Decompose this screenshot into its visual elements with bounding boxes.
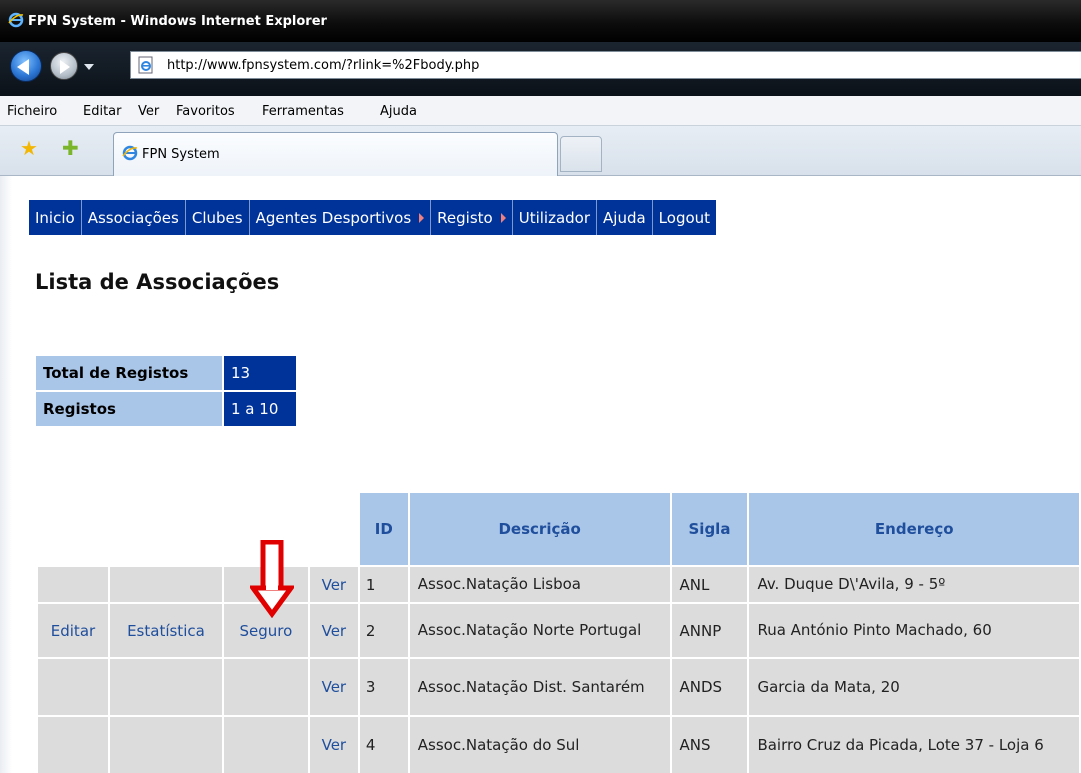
nav-agentes-label: Agentes Desportivos — [255, 208, 412, 227]
row-endereco: Rua António Pinto Machado, 60 — [749, 604, 1079, 657]
window-title: FPN System - Windows Internet Explorer — [28, 14, 327, 29]
header-blank — [309, 493, 358, 565]
row-descricao: Assoc.Natação Dist. Santarém — [409, 659, 670, 715]
row-descricao: Assoc.Natação Norte Portugal — [409, 604, 670, 657]
nav-ajuda[interactable]: Ajuda — [597, 200, 653, 235]
menu-editar[interactable]: Editar — [83, 104, 122, 119]
add-favorite-icon[interactable]: ✚ — [62, 138, 79, 158]
row-id: 3 — [359, 659, 408, 715]
address-url: http://www.fpnsystem.com/?rlink=%2Fbody.… — [167, 58, 480, 73]
forward-button[interactable] — [50, 52, 78, 80]
row-descricao: Assoc.Natação do Sul — [409, 717, 670, 773]
menu-ver[interactable]: Ver — [138, 104, 159, 119]
nav-inicio[interactable]: Inicio — [29, 200, 82, 235]
editar-link[interactable] — [38, 717, 108, 773]
row-id: 4 — [359, 717, 408, 773]
history-dropdown-icon[interactable] — [84, 64, 94, 70]
page-edge-shade — [0, 176, 12, 773]
editar-link[interactable] — [38, 659, 108, 715]
submenu-arrow-icon — [500, 212, 506, 223]
header-endereco: Endereço — [749, 493, 1079, 565]
estatistica-link[interactable] — [109, 567, 222, 602]
favorites-star-icon[interactable]: ★ — [20, 138, 38, 158]
header-blank — [38, 493, 108, 565]
header-descricao: Descrição — [409, 493, 670, 565]
menu-ficheiro[interactable]: Ficheiro — [7, 104, 57, 119]
tab-label: FPN System — [142, 147, 220, 162]
back-button[interactable] — [10, 50, 42, 82]
row-endereco: Garcia da Mata, 20 — [749, 659, 1079, 715]
header-id: ID — [359, 493, 408, 565]
total-label: Total de Registos — [36, 356, 222, 390]
page-title: Lista de Associações — [35, 270, 280, 294]
estatistica-link[interactable] — [109, 659, 222, 715]
nav-registo[interactable]: Registo — [431, 200, 513, 235]
table-row: Editar Estatística Seguro Ver 2 Assoc.Na… — [38, 604, 1079, 657]
ver-link[interactable]: Ver — [309, 567, 358, 602]
seguro-link[interactable] — [223, 717, 308, 773]
range-value: 1 a 10 — [222, 392, 296, 426]
estatistica-link[interactable] — [109, 717, 222, 773]
row-sigla: ANS — [671, 717, 748, 773]
nav-utilizador[interactable]: Utilizador — [513, 200, 598, 235]
header-blank — [109, 493, 222, 565]
row-id: 1 — [359, 567, 408, 602]
row-sigla: ANL — [671, 567, 748, 602]
nav-agentes-desportivos[interactable]: Agentes Desportivos — [250, 200, 432, 235]
page-icon — [138, 56, 153, 74]
window-titlebar: FPN System - Windows Internet Explorer — [0, 0, 1081, 42]
page-content: Inicio Associações Clubes Agentes Despor… — [0, 176, 1081, 773]
forward-arrow-icon — [60, 60, 70, 74]
row-sigla: ANNP — [671, 604, 748, 657]
main-nav: Inicio Associações Clubes Agentes Despor… — [29, 200, 717, 235]
address-input[interactable]: http://www.fpnsystem.com/?rlink=%2Fbody.… — [130, 51, 1081, 79]
table-row: Ver 4 Assoc.Natação do Sul ANS Bairro Cr… — [38, 717, 1079, 773]
menu-ferramentas[interactable]: Ferramentas — [262, 104, 344, 119]
editar-link[interactable] — [38, 567, 108, 602]
ie-icon — [8, 12, 24, 28]
table-row: Ver 1 Assoc.Natação Lisboa ANL Av. Duque… — [38, 567, 1079, 602]
header-sigla: Sigla — [671, 493, 748, 565]
range-label: Registos — [36, 392, 222, 426]
estatistica-link[interactable]: Estatística — [109, 604, 222, 657]
address-bar-area: http://www.fpnsystem.com/?rlink=%2Fbody.… — [0, 42, 1081, 96]
row-sigla: ANDS — [671, 659, 748, 715]
new-tab-button[interactable] — [560, 136, 602, 172]
tab-bar: ★ ✚ FPN System — [0, 126, 1081, 176]
tab-fpn-system[interactable]: FPN System — [113, 132, 558, 176]
ver-link[interactable]: Ver — [309, 659, 358, 715]
total-value: 13 — [222, 356, 296, 390]
annotation-down-arrow — [250, 540, 294, 618]
nav-associacoes[interactable]: Associações — [82, 200, 186, 235]
summary-table: Total de Registos 13 Registos 1 a 10 — [36, 354, 296, 428]
row-descricao: Assoc.Natação Lisboa — [409, 567, 670, 602]
ie-icon — [122, 145, 138, 161]
menu-ajuda[interactable]: Ajuda — [380, 104, 417, 119]
seguro-link[interactable] — [223, 659, 308, 715]
nav-logout[interactable]: Logout — [653, 200, 716, 235]
nav-clubes[interactable]: Clubes — [186, 200, 250, 235]
back-arrow-icon — [17, 59, 29, 75]
menu-bar: Ficheiro Editar Ver Favoritos Ferramenta… — [0, 96, 1081, 126]
associations-table: ID Descrição Sigla Endereço Ver 1 Assoc.… — [36, 491, 1081, 773]
editar-link[interactable]: Editar — [38, 604, 108, 657]
row-endereco: Bairro Cruz da Picada, Lote 37 - Loja 6 — [749, 717, 1079, 773]
ver-link[interactable]: Ver — [309, 717, 358, 773]
table-row: Ver 3 Assoc.Natação Dist. Santarém ANDS … — [38, 659, 1079, 715]
submenu-arrow-icon — [419, 212, 425, 223]
row-endereco: Av. Duque D\'Avila, 9 - 5º — [749, 567, 1079, 602]
nav-registo-label: Registo — [437, 208, 493, 227]
row-id: 2 — [359, 604, 408, 657]
ver-link[interactable]: Ver — [309, 604, 358, 657]
menu-favoritos[interactable]: Favoritos — [176, 104, 235, 119]
